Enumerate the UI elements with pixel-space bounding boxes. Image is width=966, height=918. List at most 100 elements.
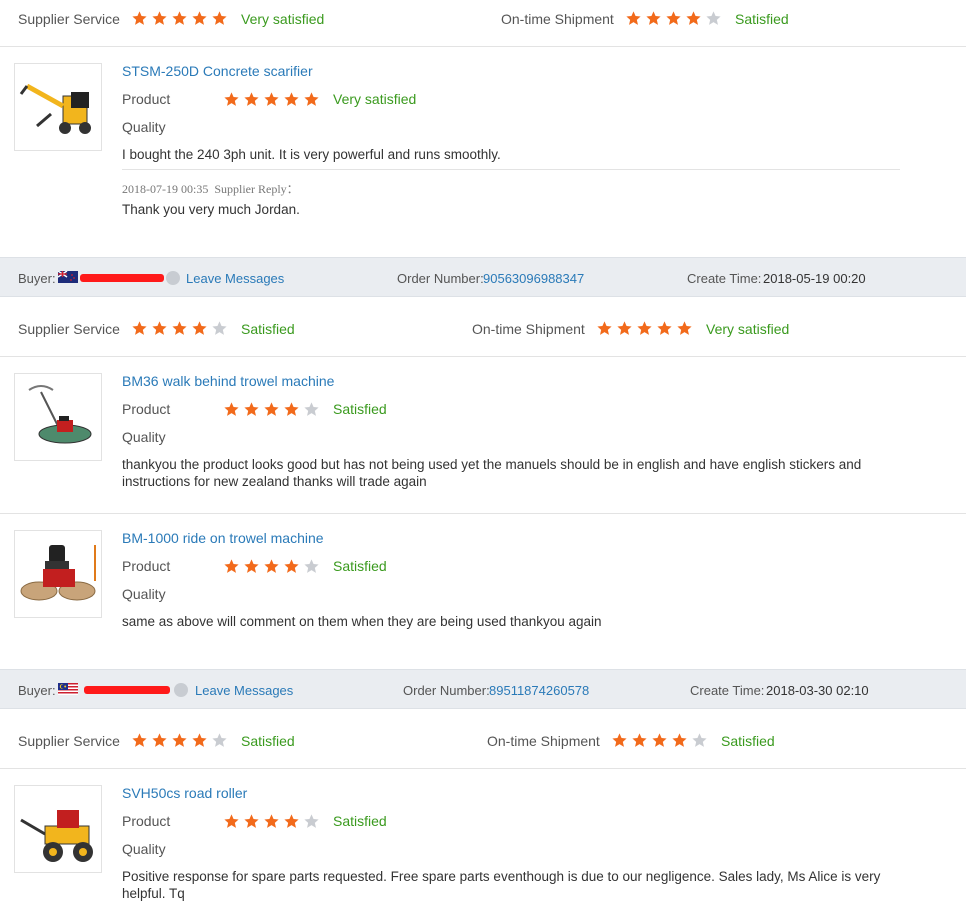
star-filled-icon <box>224 402 239 416</box>
order-number-link[interactable]: 89511874260578 <box>489 683 589 698</box>
product-rating-text: Satisfied <box>333 558 387 574</box>
product-title-link[interactable]: STSM-250D Concrete scarifier <box>122 63 313 79</box>
star-filled-icon <box>172 321 187 335</box>
product-title-link[interactable]: BM36 walk behind trowel machine <box>122 373 334 389</box>
star-filled-icon <box>132 321 147 335</box>
divider <box>0 513 966 514</box>
create-time-value: 2018-03-30 02:10 <box>766 683 869 698</box>
product-rating-text: Satisfied <box>333 813 387 829</box>
star-filled-icon <box>224 92 239 106</box>
star-filled-icon <box>152 733 167 747</box>
star-filled-icon <box>172 733 187 747</box>
star-filled-icon <box>646 11 661 25</box>
star-filled-icon <box>632 733 647 747</box>
redacted-buyer-name <box>80 274 164 282</box>
order-number-link[interactable]: 90563096988347 <box>483 271 584 286</box>
ontime-shipment-label: On-time Shipment <box>472 321 585 337</box>
star-filled-icon <box>212 11 227 25</box>
supplier-service-text: Satisfied <box>241 321 295 337</box>
star-filled-icon <box>244 814 259 828</box>
star-filled-icon <box>637 321 652 335</box>
buyer-label: Buyer: <box>18 683 56 698</box>
new-zealand-flag <box>58 271 78 283</box>
product-label: Product <box>122 813 171 829</box>
star-filled-icon <box>652 733 667 747</box>
create-time-label: Create Time: <box>690 683 765 698</box>
star-filled-icon <box>244 559 259 573</box>
buyer-comment: thankyou the product looks good but has … <box>122 457 862 489</box>
leave-messages-link[interactable]: Leave Messages <box>195 683 293 698</box>
chat-icon[interactable] <box>174 683 188 697</box>
chat-icon[interactable] <box>166 271 180 285</box>
ontime-shipment-rating <box>611 732 708 749</box>
quality-label: Quality <box>122 429 166 445</box>
star-empty-icon <box>304 814 319 828</box>
star-filled-icon <box>224 814 239 828</box>
road-roller-image[interactable] <box>14 785 102 873</box>
star-filled-icon <box>597 321 612 335</box>
quality-label: Quality <box>122 586 166 602</box>
star-empty-icon <box>706 11 721 25</box>
star-filled-icon <box>304 92 319 106</box>
ontime-shipment-label: On-time Shipment <box>501 11 614 27</box>
star-filled-icon <box>264 559 279 573</box>
supplier-service-rating <box>131 732 228 749</box>
product-rating <box>223 401 320 418</box>
buyer-label: Buyer: <box>18 271 56 286</box>
star-filled-icon <box>686 11 701 25</box>
quality-label: Quality <box>122 119 166 135</box>
star-empty-icon <box>212 733 227 747</box>
star-filled-icon <box>224 559 239 573</box>
ontime-shipment-rating <box>596 320 693 337</box>
buyer-bar: Buyer: Leave Messages Order Number: 9056… <box>0 257 966 297</box>
product-rating <box>223 813 320 830</box>
supplier-reply: Thank you very much Jordan. <box>122 202 300 217</box>
star-filled-icon <box>284 814 299 828</box>
buyer-comment: same as above will comment on them when … <box>122 614 602 629</box>
star-filled-icon <box>172 11 187 25</box>
divider <box>0 768 966 769</box>
star-filled-icon <box>284 559 299 573</box>
star-filled-icon <box>284 402 299 416</box>
star-empty-icon <box>304 402 319 416</box>
scarifier-image[interactable] <box>14 63 102 151</box>
leave-messages-link[interactable]: Leave Messages <box>186 271 284 286</box>
product-rating-text: Very satisfied <box>333 91 417 107</box>
star-filled-icon <box>152 11 167 25</box>
product-title-link[interactable]: BM-1000 ride on trowel machine <box>122 530 324 546</box>
star-empty-icon <box>304 559 319 573</box>
ontime-shipment-label: On-time Shipment <box>487 733 600 749</box>
walk-behind-trowel-image[interactable] <box>14 373 102 461</box>
product-rating <box>223 558 320 575</box>
ontime-shipment-rating <box>625 10 722 27</box>
ontime-shipment-text: Satisfied <box>735 11 789 27</box>
star-filled-icon <box>192 11 207 25</box>
supplier-service-text: Satisfied <box>241 733 295 749</box>
star-filled-icon <box>657 321 672 335</box>
ontime-shipment-text: Satisfied <box>721 733 775 749</box>
star-filled-icon <box>612 733 627 747</box>
star-empty-icon <box>692 733 707 747</box>
reply-label: Supplier Reply： <box>214 182 299 196</box>
star-filled-icon <box>666 11 681 25</box>
star-filled-icon <box>264 402 279 416</box>
star-filled-icon <box>192 733 207 747</box>
star-filled-icon <box>152 321 167 335</box>
star-filled-icon <box>132 733 147 747</box>
reply-divider <box>122 169 900 170</box>
supplier-service-rating <box>131 320 228 337</box>
product-label: Product <box>122 91 171 107</box>
product-label: Product <box>122 558 171 574</box>
star-filled-icon <box>677 321 692 335</box>
star-filled-icon <box>617 321 632 335</box>
supplier-service-label: Supplier Service <box>18 11 120 27</box>
star-filled-icon <box>284 92 299 106</box>
star-filled-icon <box>672 733 687 747</box>
buyer-comment: I bought the 240 3ph unit. It is very po… <box>122 147 501 162</box>
divider <box>0 46 966 47</box>
supplier-service-label: Supplier Service <box>18 733 120 749</box>
product-title-link[interactable]: SVH50cs road roller <box>122 785 247 801</box>
product-rating-text: Satisfied <box>333 401 387 417</box>
ride-on-trowel-image[interactable] <box>14 530 102 618</box>
order-number-label: Order Number: <box>397 271 484 286</box>
